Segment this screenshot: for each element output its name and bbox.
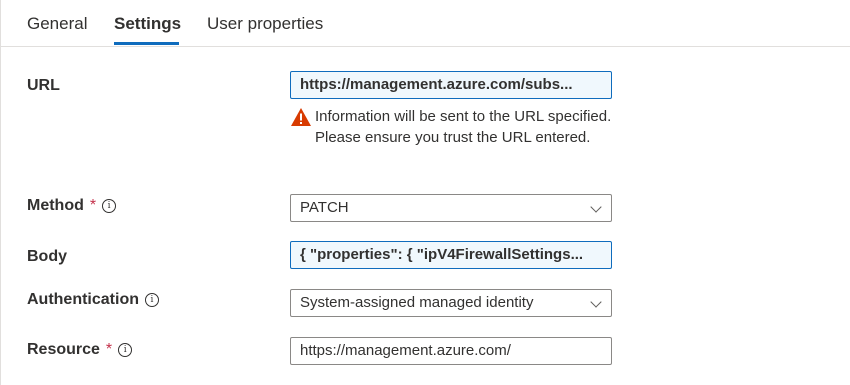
tab-general[interactable]: General: [27, 14, 87, 34]
url-warning: Information will be sent to the URL spec…: [290, 106, 620, 148]
resource-input[interactable]: https://management.azure.com/: [290, 337, 612, 365]
method-label: Method * i: [27, 197, 117, 215]
body-field[interactable]: { "properties": { "ipV4FirewallSettings.…: [290, 241, 612, 269]
method-selected-value: PATCH: [300, 199, 349, 216]
authentication-selected-value: System-assigned managed identity: [300, 294, 534, 311]
url-warning-text: Information will be sent to the URL spec…: [315, 108, 612, 146]
authentication-label-text: Authentication: [27, 291, 139, 308]
tab-user-properties[interactable]: User properties: [207, 14, 323, 34]
tab-settings[interactable]: Settings: [114, 14, 181, 34]
chevron-down-icon: [590, 201, 602, 213]
url-label: URL: [27, 77, 60, 95]
warning-icon: [291, 108, 311, 126]
active-tab-indicator: [114, 42, 179, 45]
url-label-text: URL: [27, 77, 60, 94]
resource-label: Resource * i: [27, 341, 133, 359]
info-icon[interactable]: i: [118, 343, 133, 357]
settings-panel: General Settings User properties URL htt…: [0, 0, 850, 385]
method-dropdown[interactable]: PATCH: [290, 194, 612, 222]
chevron-down-icon: [590, 296, 602, 308]
tab-bar: General Settings User properties: [0, 0, 850, 47]
required-marker: *: [89, 197, 97, 214]
resource-label-text: Resource: [27, 341, 100, 358]
info-icon[interactable]: i: [102, 199, 117, 213]
required-marker: *: [105, 341, 113, 358]
divider: [0, 0, 1, 385]
body-label: Body: [27, 248, 67, 266]
info-icon[interactable]: i: [145, 293, 159, 307]
authentication-label: Authentication i: [27, 291, 159, 309]
method-label-text: Method: [27, 197, 84, 214]
authentication-dropdown[interactable]: System-assigned managed identity: [290, 289, 612, 317]
url-field[interactable]: https://management.azure.com/subs...: [290, 71, 612, 99]
body-label-text: Body: [27, 248, 67, 265]
